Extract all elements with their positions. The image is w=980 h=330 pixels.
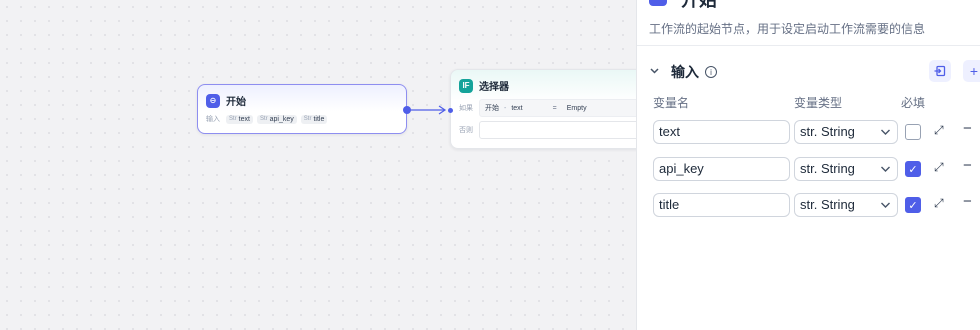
input-section-title: 输入 (671, 64, 699, 80)
variable-type-value: str. String (800, 197, 855, 212)
column-header-type: 变量类型 (794, 96, 843, 110)
variable-row: api_key str. String ✓ ⤢ − (653, 157, 980, 181)
start-node[interactable]: ⊖ 开始 输入 Str text Str api_key Str title (197, 84, 411, 134)
if-label: 如果 (459, 105, 473, 112)
required-checkbox[interactable]: ✓ (905, 161, 921, 177)
if-node-title: 选择器 (479, 82, 509, 93)
chip-type: Str (229, 116, 237, 122)
close-icon[interactable]: ✕ (957, 0, 969, 5)
condition-box[interactable]: 开始 - text = Empty (479, 99, 641, 117)
variable-name-input[interactable]: title (653, 193, 790, 217)
variable-row: title str. String ✓ ⤢ − (653, 193, 980, 217)
input-chip-text: Str text (226, 114, 253, 124)
start-node-icon (649, 0, 667, 6)
add-variable-button[interactable]: + (963, 60, 980, 82)
chip-type: Str (259, 116, 268, 122)
expand-icon[interactable]: ⤢ (934, 123, 944, 138)
info-icon[interactable]: i (705, 66, 717, 78)
condition-operator: = (552, 104, 557, 112)
chip-name: title (313, 115, 325, 123)
start-node-icon: ⊖ (206, 93, 220, 108)
chevron-down-icon[interactable] (649, 65, 665, 79)
variable-type-select[interactable]: str. String (794, 157, 898, 181)
input-chip-api-key: Str api_key (256, 114, 297, 124)
panel-description: 工作流的起始节点，用于设定启动工作流需要的信息 (649, 22, 926, 36)
check-icon: ✓ (908, 163, 918, 176)
minus-icon[interactable]: − (963, 120, 972, 137)
chip-name: text (238, 115, 250, 123)
if-node-input-port[interactable] (448, 108, 453, 113)
minus-icon[interactable]: − (963, 193, 972, 210)
divider (637, 45, 980, 46)
variable-name-input[interactable]: text (653, 120, 790, 144)
else-label: 否则 (459, 127, 473, 134)
node-config-panel: 开始 ✕ 工作流的起始节点，用于设定启动工作流需要的信息 输入 i + 变量名 … (636, 0, 980, 330)
required-checkbox[interactable]: ✓ (905, 197, 921, 213)
input-section-header: 输入 i + (649, 60, 980, 84)
chevron-down-icon (880, 121, 891, 151)
expand-icon[interactable]: ⤢ (934, 160, 944, 175)
variable-type-value: str. String (800, 124, 855, 139)
check-icon: ✓ (908, 199, 918, 212)
plus-icon: + (969, 63, 979, 79)
condition-separator: - (504, 104, 507, 112)
chevron-down-icon (880, 158, 891, 188)
condition-source: 开始 (485, 105, 499, 112)
start-node-title: 开始 (226, 97, 246, 108)
column-headers: 变量名 变量类型 必填 (653, 94, 973, 110)
input-chip-title: Str title (300, 114, 328, 124)
minus-icon[interactable]: − (963, 157, 972, 174)
connection-edge (410, 105, 447, 115)
panel-title: 开始 (681, 0, 717, 10)
condition-value: Empty (566, 104, 587, 112)
variable-row: text str. String ⤢ − (653, 120, 980, 144)
import-button[interactable] (929, 60, 951, 82)
column-header-required: 必填 (901, 96, 926, 110)
chevron-down-icon (880, 194, 891, 224)
chip-type: Str (303, 116, 312, 122)
expand-icon[interactable]: ⤢ (934, 196, 944, 211)
if-node[interactable]: IF 选择器 如果 开始 - text = Empty 否则 (448, 69, 650, 149)
else-box[interactable] (479, 121, 641, 139)
required-checkbox[interactable] (905, 124, 921, 140)
import-icon (934, 65, 946, 77)
column-header-name: 变量名 (653, 96, 690, 110)
chip-name: api_key (269, 115, 294, 123)
variable-type-select[interactable]: str. String (794, 120, 898, 144)
variable-name-input[interactable]: api_key (653, 157, 790, 181)
variable-type-select[interactable]: str. String (794, 193, 898, 217)
condition-variable: text (511, 104, 523, 112)
start-node-input-label: 输入 (206, 116, 220, 123)
variable-type-value: str. String (800, 161, 855, 176)
if-node-icon: IF (459, 78, 473, 93)
